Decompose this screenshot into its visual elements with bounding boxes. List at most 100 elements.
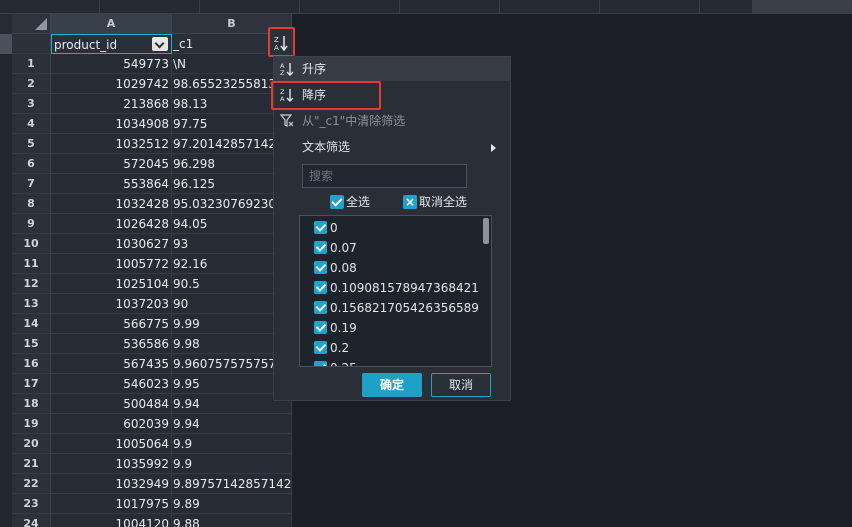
row-number-header — [12, 34, 51, 54]
spreadsheet: A B product_id _c1 1 549773 \N 2 1029742 98.6… — [0, 14, 292, 527]
row-number[interactable]: 7 — [12, 174, 51, 194]
row-number[interactable]: 10 — [12, 234, 51, 254]
cell-product-id[interactable]: 1032512 — [51, 134, 172, 154]
cell-c1[interactable]: 9.94 — [172, 414, 292, 434]
toolbar-tab-active[interactable] — [752, 0, 852, 14]
row-number[interactable]: 19 — [12, 414, 51, 434]
svg-text:Z: Z — [274, 36, 279, 44]
cell-product-id[interactable]: 1032428 — [51, 194, 172, 214]
cell-product-id[interactable]: 1005772 — [51, 254, 172, 274]
value-list[interactable]: 0 0.07 0.08 0.109081578947368421 0.156821705… — [299, 215, 492, 367]
row-number[interactable]: 16 — [12, 354, 51, 374]
cell-product-id[interactable]: 1034908 — [51, 114, 172, 134]
cell-product-id[interactable]: 1035992 — [51, 454, 172, 474]
cell-product-id[interactable]: 553864 — [51, 174, 172, 194]
cell-product-id[interactable]: 567435 — [51, 354, 172, 374]
svg-text:A: A — [274, 44, 279, 51]
row-number[interactable]: 12 — [12, 274, 51, 294]
cell-product-id[interactable]: 549773 — [51, 54, 172, 74]
checkbox-checked-icon — [314, 281, 327, 294]
row-number[interactable]: 24 — [12, 514, 51, 527]
cell-product-id[interactable]: 1037203 — [51, 294, 172, 314]
row-number[interactable]: 3 — [12, 94, 51, 114]
cell-product-id[interactable]: 602039 — [51, 414, 172, 434]
row-number[interactable]: 22 — [12, 474, 51, 494]
svg-text:Z: Z — [280, 69, 285, 76]
row-number[interactable]: 4 — [12, 114, 51, 134]
select-all-checkbox[interactable]: 全选 — [330, 194, 370, 210]
cell-product-id[interactable]: 566775 — [51, 314, 172, 334]
row-number[interactable]: 21 — [12, 454, 51, 474]
row-number[interactable]: 14 — [12, 314, 51, 334]
row-number[interactable]: 13 — [12, 294, 51, 314]
toolbar-tab[interactable] — [400, 0, 500, 14]
menu-clear-filter[interactable]: 从"_c1"中清除筛选 — [274, 109, 510, 133]
column-header-a[interactable]: A — [51, 14, 172, 34]
cell-product-id[interactable]: 1029742 — [51, 74, 172, 94]
toolbar-tab[interactable] — [500, 0, 600, 14]
filter-dropdown-button[interactable] — [152, 37, 168, 51]
value-checkbox-item[interactable]: 0 — [314, 218, 338, 238]
row-number[interactable]: 23 — [12, 494, 51, 514]
menu-text-filter-label: 文本筛选 — [302, 140, 351, 154]
checkbox-checked-icon — [314, 361, 327, 366]
row-number[interactable]: 6 — [12, 154, 51, 174]
cell-product-id[interactable]: 536586 — [51, 334, 172, 354]
cell-product-id[interactable]: 500484 — [51, 394, 172, 414]
cell-product-id[interactable]: 1032949 — [51, 474, 172, 494]
deselect-all-checkbox[interactable]: × 取消全选 — [403, 194, 467, 210]
toolbar-tab[interactable] — [200, 0, 300, 14]
row-number[interactable]: 8 — [12, 194, 51, 214]
row-number[interactable]: 20 — [12, 434, 51, 454]
cell-product-id[interactable]: 1030627 — [51, 234, 172, 254]
cell-product-id[interactable]: 1004120 — [51, 514, 172, 527]
cell-product-id[interactable]: 572045 — [51, 154, 172, 174]
cell-c1[interactable]: 9.9 — [172, 454, 292, 474]
value-checkbox-item[interactable]: 0.08 — [314, 258, 357, 278]
value-checkbox-item[interactable]: 0.07 — [314, 238, 357, 258]
value-checkbox-item[interactable]: 0.156821705426356589 — [314, 298, 479, 318]
cell-product-id[interactable]: 1017975 — [51, 494, 172, 514]
cell-c1[interactable]: 9.88 — [172, 514, 292, 527]
search-input[interactable]: 搜索 — [302, 164, 467, 188]
select-all-corner[interactable] — [12, 14, 51, 34]
cell-c1[interactable]: 9.89757142857142857 — [172, 474, 292, 494]
cell-product-id[interactable]: 213868 — [51, 94, 172, 114]
row-number[interactable]: 9 — [12, 214, 51, 234]
row-number[interactable]: 15 — [12, 334, 51, 354]
toolbar-tab[interactable] — [0, 0, 100, 14]
scrollbar-thumb[interactable] — [483, 218, 489, 244]
row-number[interactable]: 17 — [12, 374, 51, 394]
toolbar-tab[interactable] — [100, 0, 200, 14]
value-label: 0.08 — [330, 261, 357, 275]
value-checkbox-item[interactable]: 0.19 — [314, 318, 357, 338]
row-number[interactable]: 1 — [12, 54, 51, 74]
row-strip — [0, 34, 12, 527]
row-number[interactable]: 5 — [12, 134, 51, 154]
menu-text-filter[interactable]: 文本筛选 — [274, 135, 510, 159]
sort-desc-icon: Z A — [274, 36, 288, 51]
toolbar-tab[interactable] — [300, 0, 400, 14]
row-number[interactable]: 11 — [12, 254, 51, 274]
value-checkbox-item[interactable]: 0.109081578947368421 — [314, 278, 479, 298]
clear-filter-icon — [280, 114, 294, 127]
checkbox-checked-icon — [314, 301, 327, 314]
cell-c1[interactable]: 9.9 — [172, 434, 292, 454]
value-checkbox-item[interactable]: 0.25 — [314, 358, 357, 366]
cell-c1[interactable]: 9.89 — [172, 494, 292, 514]
cell-product-id[interactable]: 546023 — [51, 374, 172, 394]
checkbox-checked-icon — [314, 321, 327, 334]
cell-product-id[interactable]: 1026428 — [51, 214, 172, 234]
cancel-button[interactable]: 取消 — [431, 373, 491, 397]
toolbar-tab[interactable] — [600, 0, 700, 14]
row-number[interactable]: 18 — [12, 394, 51, 414]
sort-filter-button[interactable]: Z A — [268, 27, 295, 57]
menu-clear-filter-label: 从"_c1"中清除筛选 — [302, 114, 406, 128]
value-checkbox-item[interactable]: 0.2 — [314, 338, 349, 358]
ok-button[interactable]: 确定 — [362, 373, 422, 397]
cell-product-id[interactable]: 1005064 — [51, 434, 172, 454]
cell-product-id[interactable]: 1025104 — [51, 274, 172, 294]
row-number[interactable]: 2 — [12, 74, 51, 94]
menu-sort-asc[interactable]: A Z 升序 — [274, 57, 510, 81]
deselect-all-label: 取消全选 — [419, 195, 468, 209]
